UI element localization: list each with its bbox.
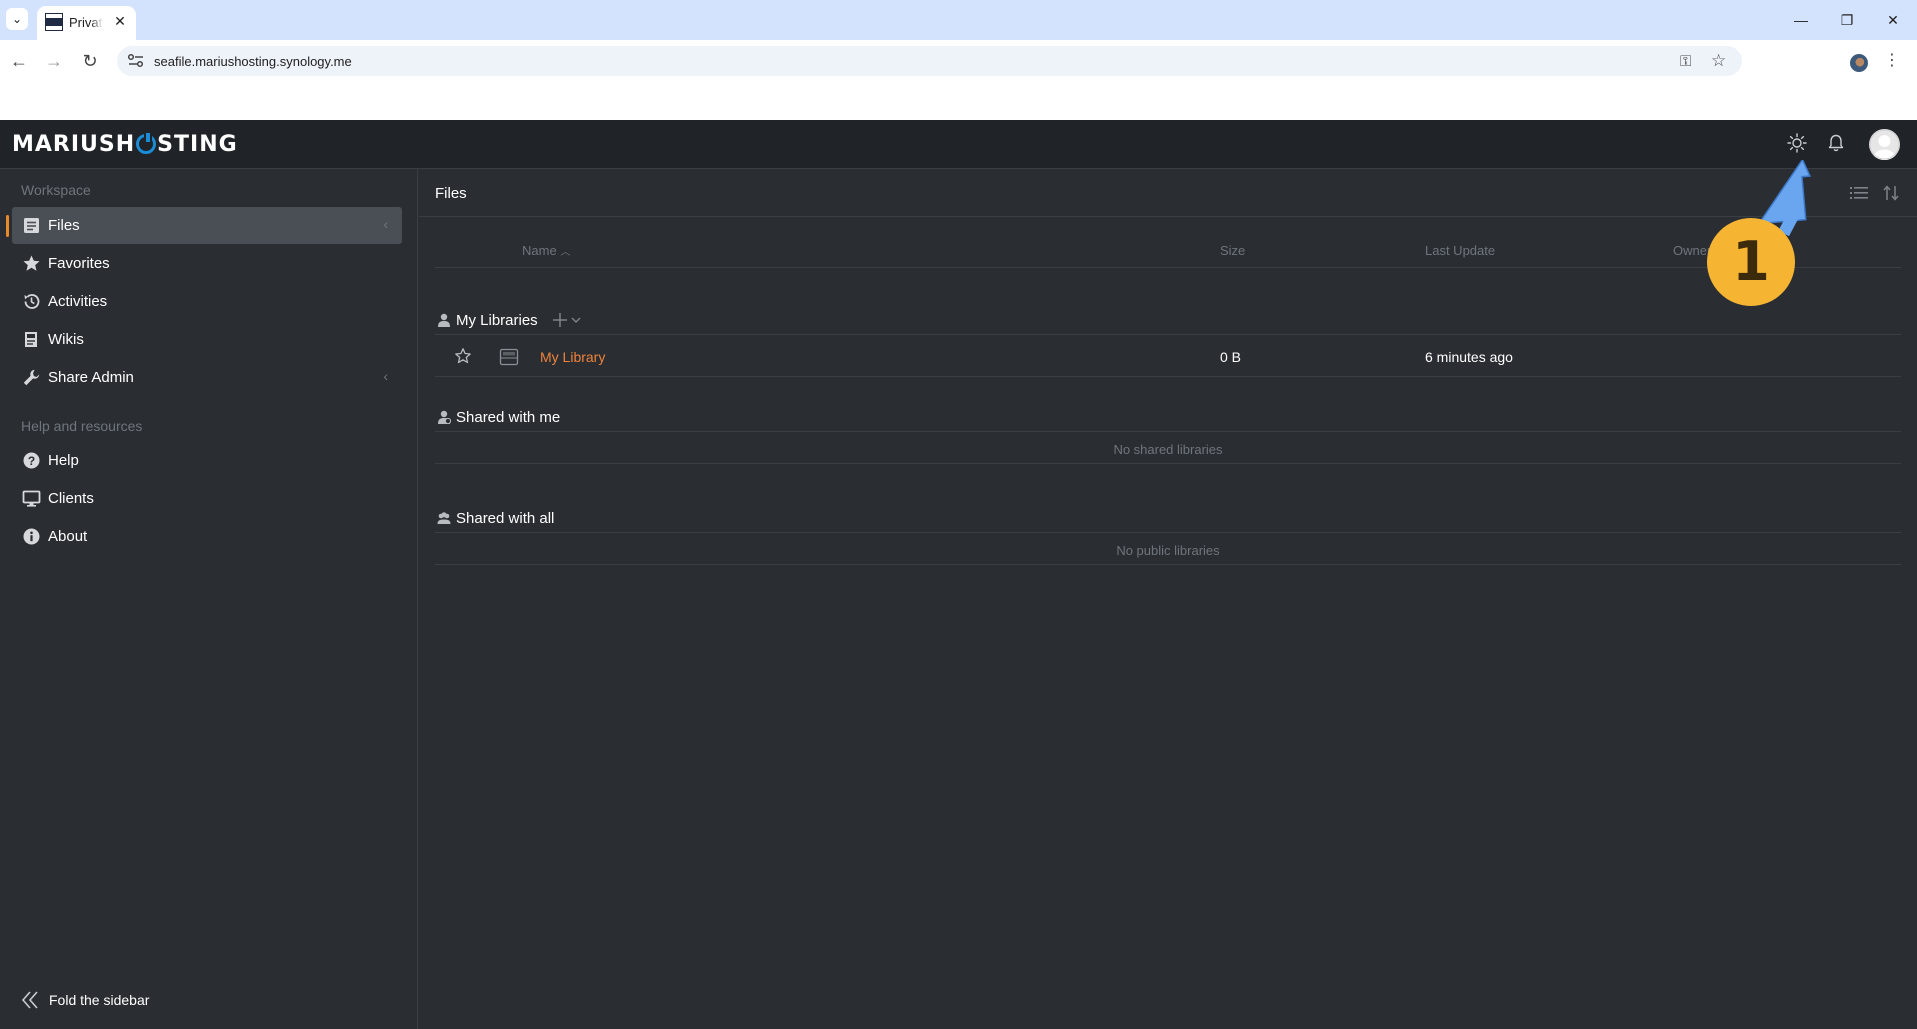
name-column-label: Name [522,243,557,258]
add-library-button[interactable] [553,311,587,329]
power-logo-icon [136,131,157,154]
info-icon [23,528,40,545]
forward-icon[interactable]: → [41,48,67,74]
section-header: Shared with all [435,503,1901,533]
sidebar-item-label: Wikis [48,331,84,348]
library-icon [499,348,519,366]
library-last-update: 6 minutes ago [1425,349,1513,365]
logo-text-part-1: MARIUSH [12,131,136,157]
sidebar-item-share-admin[interactable]: Share Admin ‹ [12,359,402,396]
empty-state-text: No public libraries [435,534,1901,565]
monitor-icon [22,490,41,507]
section-header: Shared with me [435,402,1901,432]
bell-icon[interactable] [1826,133,1846,153]
address-bar[interactable]: seafile.mariushosting.synology.me ⚿ ☆ [117,46,1742,76]
sidebar-item-about[interactable]: About [12,518,402,555]
double-chevron-left-icon [21,991,38,1009]
browser-bookmark-area [0,82,1917,120]
wiki-icon [25,332,37,347]
reload-icon[interactable]: ↻ [77,48,103,74]
chevron-left-icon[interactable]: ‹ [383,368,388,384]
sidebar-item-clients[interactable]: Clients [12,480,402,517]
user-icon [438,313,450,327]
sidebar-item-label: Help [48,452,79,469]
sidebar-item-label: Share Admin [48,369,134,386]
password-key-icon[interactable]: ⚿ [1680,53,1691,70]
bookmark-star-icon[interactable]: ☆ [1711,51,1726,71]
files-icon [24,218,39,233]
table-header: Name ︿ Size Last Update Owner [435,235,1901,268]
logo-text-part-2: STING [157,131,238,157]
library-name-link[interactable]: My Library [540,349,605,365]
sidebar-item-help[interactable]: ? Help [12,442,402,479]
user-avatar[interactable] [1869,129,1900,160]
table-row[interactable]: My Library 0 B 6 minutes ago [435,336,1901,377]
browser-tab[interactable]: Private ✕ [37,6,136,40]
sidebar-item-label: Favorites [48,255,110,272]
site-info-icon[interactable] [127,53,145,69]
sun-icon[interactable] [1786,132,1808,154]
my-libraries-section: My Libraries My Library 0 B 6 minutes ag… [435,305,1901,380]
question-icon: ? [23,452,40,469]
sidebar: Workspace Files ‹ Favorites Activities W… [0,169,418,1029]
size-column-header[interactable]: Size [1220,243,1245,258]
chevron-left-icon[interactable]: ‹ [383,216,388,232]
sidebar-item-label: About [48,528,88,545]
star-icon [23,255,40,271]
back-icon[interactable]: ← [6,48,32,74]
browser-menu-icon[interactable]: ⋮ [1884,50,1900,72]
browser-toolbar: ← → ↻ seafile.mariushosting.synology.me … [0,40,1917,82]
section-title: Shared with all [456,510,555,527]
browser-tab-strip: ⌄ Private ✕ — ❐ ✕ [0,0,1917,40]
empty-state-text: No shared libraries [435,433,1901,464]
wrench-icon [23,369,40,386]
last-update-column-header[interactable]: Last Update [1425,243,1495,258]
svg-text:?: ? [28,454,35,468]
logo[interactable]: MARIUSH STING [12,131,238,157]
page-title: Files [435,185,467,202]
annotation-step-badge: 1 [1707,218,1795,306]
sidebar-item-favorites[interactable]: Favorites [12,245,402,282]
section-header: My Libraries [435,305,1901,335]
history-icon [24,294,40,309]
app-header: MARIUSH STING [0,120,1917,169]
library-size: 0 B [1220,349,1242,365]
restore-icon[interactable]: ❐ [1832,8,1862,32]
profile-avatar[interactable] [1850,54,1868,72]
help-resources-heading: Help and resources [21,418,143,434]
sidebar-item-wikis[interactable]: Wikis [12,321,402,358]
star-outline-icon[interactable] [454,347,472,365]
shared-with-me-section: Shared with me No shared libraries [435,402,1901,465]
section-title: My Libraries [456,312,538,329]
user-silhouette-icon [1869,129,1900,160]
url-text: seafile.mariushosting.synology.me [154,54,352,69]
section-title: Shared with me [456,409,561,426]
tab-search-button[interactable]: ⌄ [6,8,28,30]
name-column-header[interactable]: Name ︿ [522,243,570,258]
fold-sidebar-label: Fold the sidebar [49,992,150,1008]
main-title-bar: Files [419,169,1917,217]
shared-with-all-section: Shared with all No public libraries [435,503,1901,566]
fold-sidebar-button[interactable]: Fold the sidebar [20,989,180,1013]
tab-title: Private [69,15,103,30]
tab-close-icon[interactable]: ✕ [111,12,129,30]
list-view-icon[interactable] [1849,184,1869,202]
sidebar-item-label: Files [48,217,80,234]
sidebar-item-label: Clients [48,490,94,507]
sort-ascending-icon: ︿ [560,247,571,258]
sidebar-item-label: Activities [48,293,108,310]
window-close-icon[interactable]: ✕ [1878,8,1908,32]
workspace-heading: Workspace [21,182,91,198]
main-content: Files Name ︿ Size Last Update Owner My L… [419,169,1917,1029]
tab-favicon-icon [45,13,63,31]
group-icon [437,512,451,524]
annotation-step-number: 1 [1732,230,1770,293]
minimize-icon[interactable]: — [1786,8,1816,32]
sidebar-item-activities[interactable]: Activities [12,283,402,320]
shared-user-icon [438,410,451,424]
sidebar-item-files[interactable]: Files ‹ [6,207,402,244]
sort-icon[interactable] [1882,184,1900,202]
